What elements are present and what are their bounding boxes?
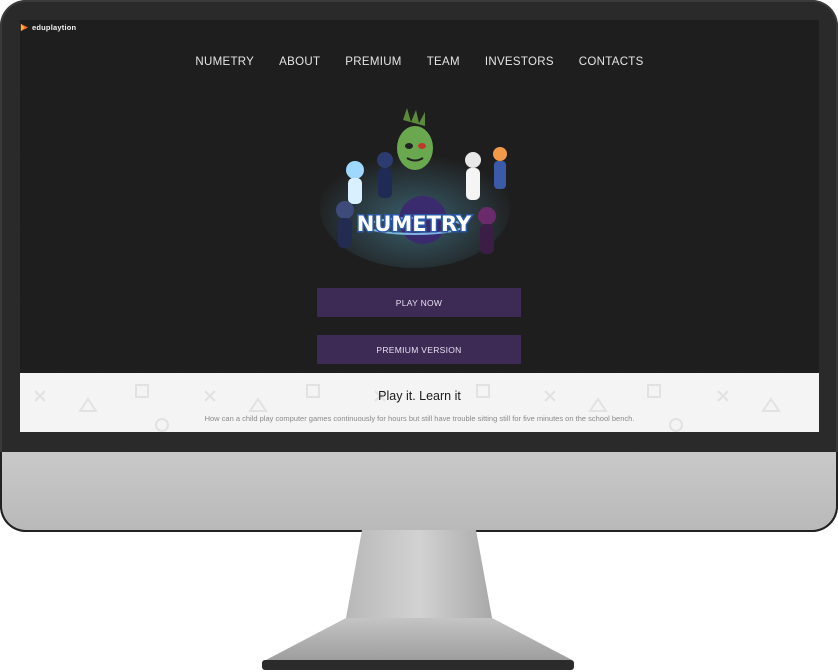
brand-name: eduplaytion: [32, 23, 77, 32]
play-learn-section: Play it. Learn it How can a child play c…: [20, 373, 819, 432]
alien-character-icon: [397, 108, 433, 170]
numetry-logo-text: NUMETRY: [357, 212, 472, 236]
nav-item-numetry[interactable]: NUMETRY: [195, 56, 254, 68]
nav-item-contacts[interactable]: CONTACTS: [579, 56, 644, 68]
section-title: Play it. Learn it: [378, 389, 461, 403]
numetry-logo: NUMETRY: [355, 211, 473, 238]
nav-item-team[interactable]: TEAM: [427, 56, 460, 68]
website-screen: eduplaytion NUMETRY ABOUT PREMIUM TEAM I…: [20, 20, 819, 432]
nav-item-premium[interactable]: PREMIUM: [345, 56, 401, 68]
monitor-frame: eduplaytion NUMETRY ABOUT PREMIUM TEAM I…: [0, 0, 838, 532]
premium-version-button[interactable]: PREMIUM VERSION: [317, 335, 521, 364]
nav-item-about[interactable]: ABOUT: [279, 56, 320, 68]
brand-logo[interactable]: eduplaytion: [20, 23, 76, 32]
main-nav: NUMETRY ABOUT PREMIUM TEAM INVESTORS CON…: [20, 56, 819, 68]
monitor-stand: [262, 530, 574, 670]
play-now-button[interactable]: PLAY NOW: [317, 288, 521, 317]
nav-item-investors[interactable]: INVESTORS: [485, 56, 554, 68]
play-arrow-icon: [20, 23, 29, 32]
section-description: How can a child play computer games cont…: [204, 414, 635, 423]
numetry-hero-illustration: NUMETRY: [320, 108, 510, 268]
monitor-chin: [0, 452, 838, 532]
